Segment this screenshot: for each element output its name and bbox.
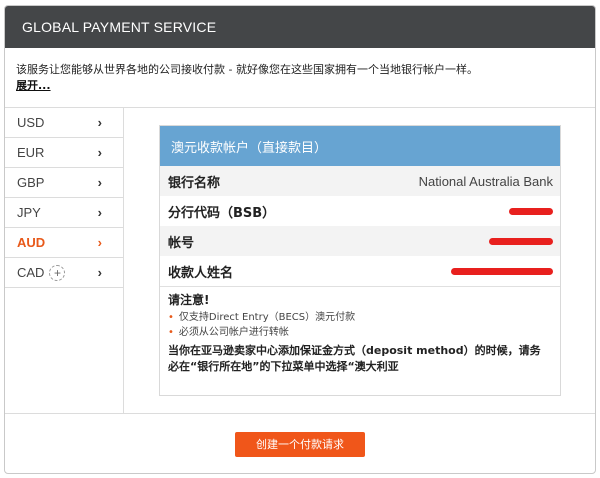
currency-label: USD bbox=[17, 115, 45, 130]
row-bank-name: 银行名称 National Australia Bank bbox=[160, 166, 560, 196]
notice-bullet: • 仅支持Direct Entry（BECS）澳元付款 bbox=[168, 310, 551, 325]
bullet-dot-icon: • bbox=[168, 327, 174, 338]
currency-item-cad[interactable]: CAD + › bbox=[5, 258, 123, 288]
row-account-number: 帐号 bbox=[160, 226, 560, 256]
notice-bullet: • 必须从公司帐户进行转帐 bbox=[168, 325, 551, 340]
notice-title: 请注意! bbox=[168, 293, 210, 307]
page-title: GLOBAL PAYMENT SERVICE bbox=[22, 19, 217, 35]
account-number-redaction-mark bbox=[489, 237, 553, 245]
chevron-right-icon: › bbox=[97, 205, 102, 220]
notice-warning: 当你在亚马逊卖家中心添加保证金方式（deposit method）的时候，请务必… bbox=[168, 344, 541, 373]
expand-link[interactable]: 展开... bbox=[16, 78, 51, 94]
currency-item-jpy[interactable]: JPY › bbox=[5, 198, 123, 228]
currency-item-usd[interactable]: USD › bbox=[5, 108, 123, 138]
account-card: 澳元收款帐户（直接款目） 银行名称 National Australia Ban… bbox=[159, 125, 561, 396]
bank-name-value: National Australia Bank bbox=[418, 173, 553, 189]
currency-item-eur[interactable]: EUR › bbox=[5, 138, 123, 168]
currency-label-group: CAD + bbox=[17, 264, 66, 281]
currency-label: CAD bbox=[17, 265, 45, 280]
currency-item-gbp[interactable]: GBP › bbox=[5, 168, 123, 198]
notice-bullet-text: 仅支持Direct Entry（BECS）澳元付款 bbox=[178, 312, 356, 323]
notice-box: 请注意! • 仅支持Direct Entry（BECS）澳元付款 • 必须从公司… bbox=[160, 286, 560, 375]
bank-name-label: 银行名称 bbox=[168, 175, 221, 191]
payee-name-redaction-mark bbox=[451, 267, 553, 275]
panel-header: GLOBAL PAYMENT SERVICE bbox=[5, 6, 595, 48]
currency-label: GBP bbox=[17, 175, 45, 190]
account-card-title: 澳元收款帐户（直接款目） bbox=[160, 126, 560, 166]
main-area: USD › EUR › GBP › JPY › AUD › CAD + › 澳元… bbox=[5, 108, 595, 414]
payment-panel: GLOBAL PAYMENT SERVICE 该服务让您能够从世界各地的公司接收… bbox=[4, 5, 596, 474]
currency-label: JPY bbox=[17, 205, 41, 220]
intro-text: 该服务让您能够从世界各地的公司接收付款 - 就好像您在这些国家拥有一个当地银行帐… bbox=[16, 63, 478, 76]
currency-label: AUD bbox=[17, 235, 46, 250]
chevron-right-icon: › bbox=[97, 115, 102, 130]
create-payment-request-button[interactable]: 创建一个付款请求 bbox=[235, 431, 365, 457]
chevron-right-icon: › bbox=[97, 265, 102, 280]
row-bsb: 分行代码（BSB） bbox=[160, 196, 560, 226]
chevron-right-icon: › bbox=[97, 235, 102, 250]
bullet-dot-icon: • bbox=[168, 312, 174, 323]
bsb-label: 分行代码（BSB） bbox=[168, 205, 276, 221]
chevron-right-icon: › bbox=[97, 145, 102, 160]
add-plus-icon[interactable]: + bbox=[49, 264, 66, 281]
currency-list: USD › EUR › GBP › JPY › AUD › CAD + › bbox=[5, 108, 124, 414]
chevron-right-icon: › bbox=[97, 175, 102, 190]
currency-label: EUR bbox=[17, 145, 45, 160]
payee-name-label: 收款人姓名 bbox=[168, 265, 234, 281]
notice-bullet-text: 必须从公司帐户进行转帐 bbox=[178, 327, 289, 338]
account-number-label: 帐号 bbox=[168, 235, 195, 251]
bsb-redaction-mark bbox=[509, 207, 553, 215]
row-payee-name: 收款人姓名 bbox=[160, 256, 560, 286]
panel-footer: 创建一个付款请求 bbox=[5, 414, 595, 473]
intro-section: 该服务让您能够从世界各地的公司接收付款 - 就好像您在这些国家拥有一个当地银行帐… bbox=[5, 48, 595, 108]
currency-item-aud[interactable]: AUD › bbox=[5, 228, 123, 258]
